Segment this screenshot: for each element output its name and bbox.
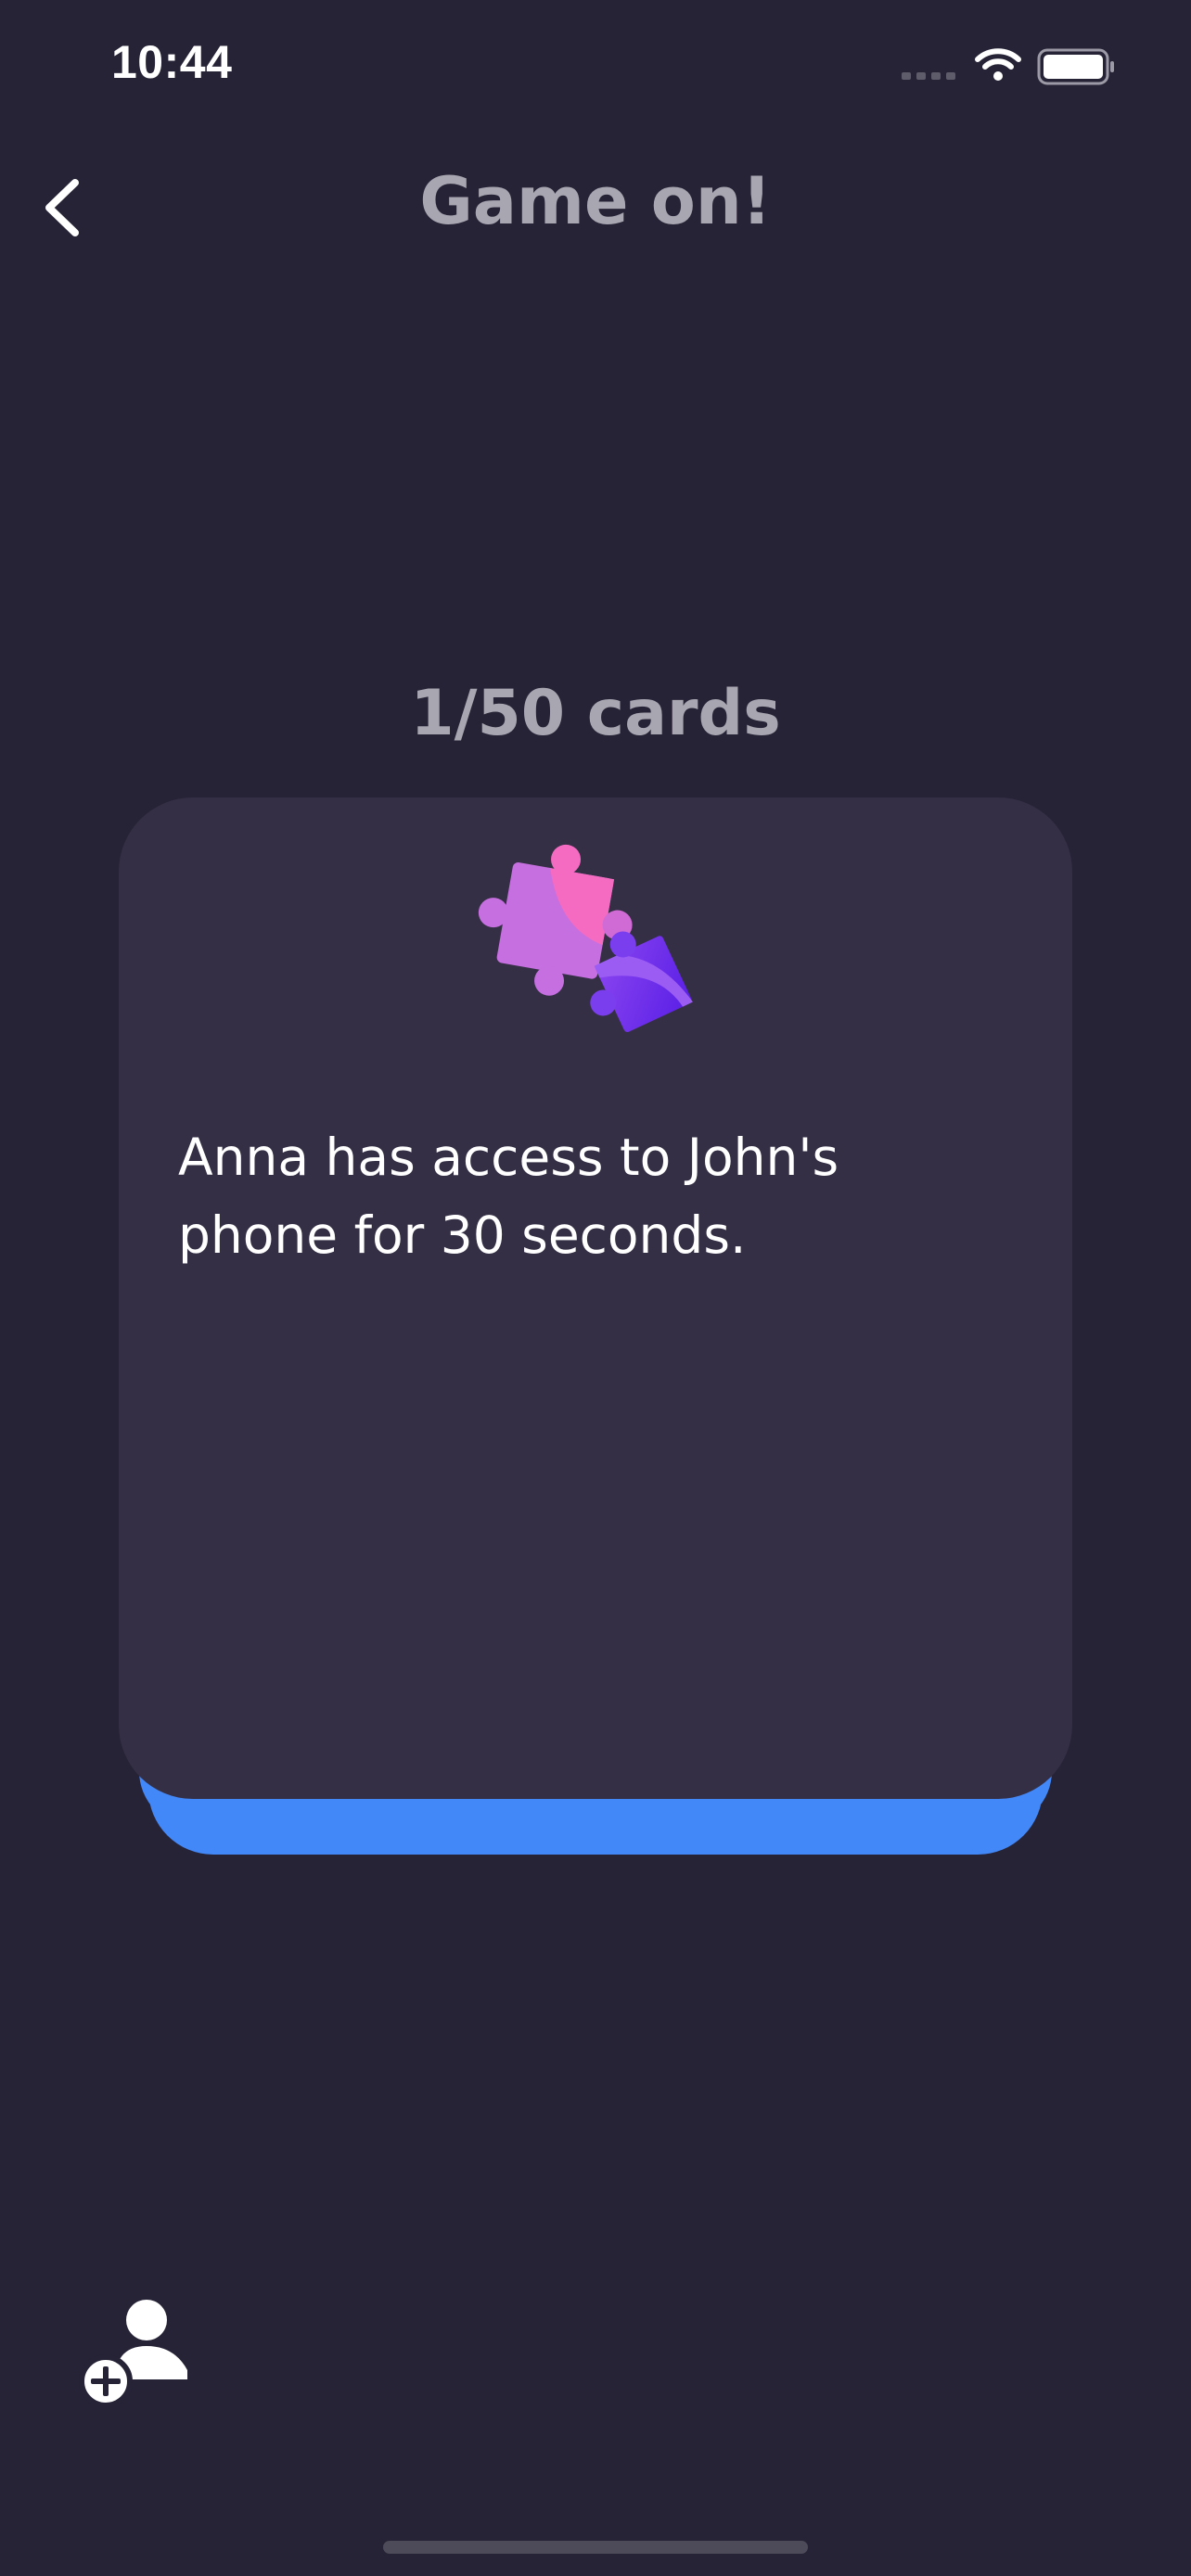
card-prompt-text: Anna has access to John's phone for 30 s… <box>178 1128 839 1265</box>
home-indicator <box>383 2541 808 2554</box>
wifi-icon <box>975 48 1021 81</box>
puzzle-pieces-icon <box>478 844 693 1032</box>
game-card[interactable]: Anna has access to John's phone for 30 s… <box>119 797 1072 1799</box>
add-person-icon <box>79 2300 187 2408</box>
page-title: Game on! <box>419 163 772 239</box>
status-time: 10:44 <box>111 36 233 88</box>
add-player-button[interactable] <box>78 2294 198 2408</box>
card-counter: 1/50 cards <box>410 677 781 750</box>
cellular-signal-icon <box>902 72 955 80</box>
status-bar: 10:44 <box>0 0 1191 139</box>
battery-icon <box>1037 48 1114 85</box>
